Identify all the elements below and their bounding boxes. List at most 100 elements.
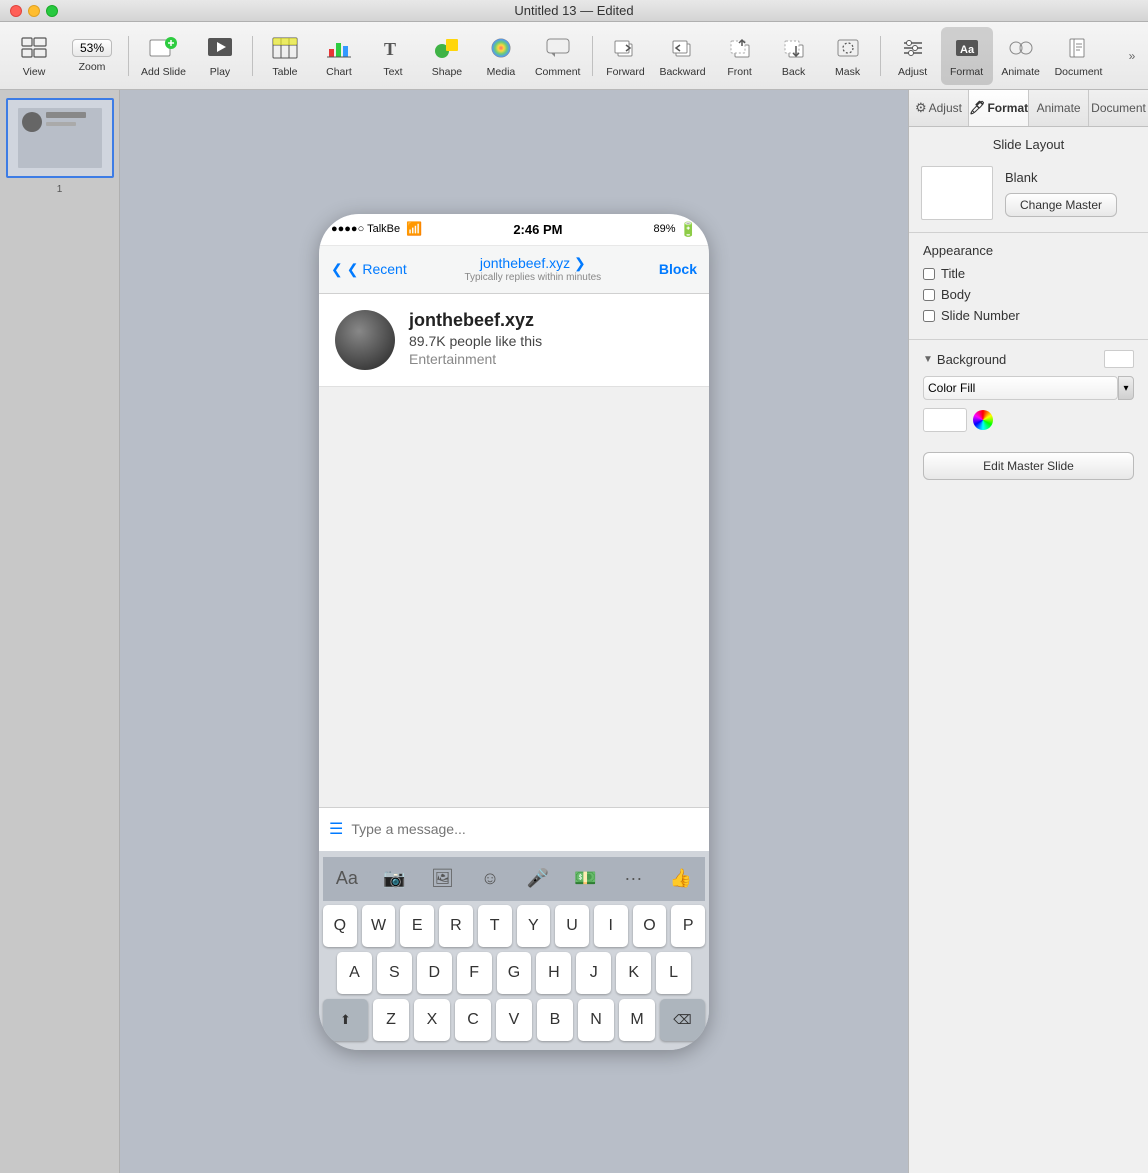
title-bar: Untitled 13 — Edited	[0, 0, 1148, 22]
key-m[interactable]: M	[619, 999, 655, 1041]
tab-document[interactable]: Document	[1089, 90, 1148, 126]
animate-icon	[1007, 34, 1035, 62]
blank-label: Blank	[1005, 170, 1038, 185]
slide-thumb-1[interactable]	[6, 98, 114, 178]
kb-dots-icon[interactable]: ···	[613, 863, 653, 895]
kb-dollar-icon[interactable]: 💵	[566, 863, 606, 895]
edit-master-slide-button[interactable]: Edit Master Slide	[923, 452, 1134, 480]
key-shift[interactable]: ⬆	[323, 999, 368, 1041]
shape-button[interactable]: Shape	[421, 27, 473, 85]
key-s[interactable]: S	[377, 952, 412, 994]
kb-mic-icon[interactable]: 🎤	[518, 863, 558, 895]
keyboard-row-3: ⬆ Z X C V B N M ⌫	[323, 999, 705, 1041]
key-u[interactable]: U	[555, 905, 589, 947]
document-button[interactable]: Document	[1049, 27, 1109, 85]
view-button[interactable]: View	[8, 27, 60, 85]
forward-button[interactable]: Forward	[599, 27, 651, 85]
key-delete[interactable]: ⌫	[660, 999, 705, 1041]
key-x[interactable]: X	[414, 999, 450, 1041]
color-wheel-icon[interactable]	[973, 410, 993, 430]
nav-back-button[interactable]: ❮ ❮ Recent	[331, 261, 407, 278]
key-k[interactable]: K	[616, 952, 651, 994]
key-l[interactable]: L	[656, 952, 691, 994]
backward-label: Backward	[659, 66, 705, 78]
blank-slide-preview	[921, 166, 993, 220]
backward-button[interactable]: Backward	[653, 27, 711, 85]
play-button[interactable]: Play	[194, 27, 246, 85]
page-avatar	[335, 310, 395, 370]
nav-block-button[interactable]: Block	[659, 261, 697, 277]
kb-thumb-icon[interactable]: 👍	[661, 863, 701, 895]
background-white-swatch[interactable]	[923, 408, 967, 432]
key-b[interactable]: B	[537, 999, 573, 1041]
key-t[interactable]: T	[478, 905, 512, 947]
text-icon: T	[379, 34, 407, 62]
comment-button[interactable]: Comment	[529, 27, 587, 85]
slides-panel: 1	[0, 90, 120, 1173]
key-e[interactable]: E	[400, 905, 434, 947]
slide-number-checkbox[interactable]	[923, 310, 935, 322]
canvas-area[interactable]: ●●●●○ TalkBe 📶 2:46 PM 89% 🔋 ❮ ❮ Recent …	[120, 90, 908, 1173]
chart-button[interactable]: Chart	[313, 27, 365, 85]
zoom-button[interactable]: 53% Zoom	[62, 27, 122, 85]
table-button[interactable]: Table	[259, 27, 311, 85]
mask-button[interactable]: Mask	[822, 27, 874, 85]
background-collapse-icon[interactable]: ▼	[923, 354, 933, 365]
key-o[interactable]: O	[633, 905, 667, 947]
key-z[interactable]: Z	[373, 999, 409, 1041]
tab-animate[interactable]: Animate	[1029, 90, 1089, 126]
kb-image-icon[interactable]: 🖼	[422, 863, 462, 895]
key-h[interactable]: H	[536, 952, 571, 994]
kb-camera-icon[interactable]: 📷	[375, 863, 415, 895]
media-label: Media	[487, 66, 516, 78]
slide-number-checkbox-row: Slide Number	[923, 308, 1134, 323]
key-a[interactable]: A	[337, 952, 372, 994]
format-button[interactable]: Aa Format	[941, 27, 993, 85]
key-r[interactable]: R	[439, 905, 473, 947]
front-button[interactable]: Front	[714, 27, 766, 85]
close-button[interactable]	[10, 5, 22, 17]
animate-button[interactable]: Animate	[995, 27, 1047, 85]
tab-format[interactable]: 🖊 Format	[969, 90, 1029, 126]
appearance-title: Appearance	[923, 243, 1134, 258]
change-master-button[interactable]: Change Master	[1005, 193, 1117, 217]
message-menu-icon[interactable]: ☰	[329, 819, 343, 839]
kb-font-icon[interactable]: Aa	[327, 863, 367, 895]
key-f[interactable]: F	[457, 952, 492, 994]
tab-adjust[interactable]: ⚙ Adjust	[909, 90, 969, 126]
avatar-image	[335, 310, 395, 370]
back-button[interactable]: Back	[768, 27, 820, 85]
kb-emoji-icon[interactable]: ☺	[470, 863, 510, 895]
key-w[interactable]: W	[362, 905, 396, 947]
key-y[interactable]: Y	[517, 905, 551, 947]
appearance-section: Appearance Title Body Slide Number	[909, 232, 1148, 339]
text-label: Text	[383, 66, 402, 78]
background-section: ▼ Background Color Fill ▾	[909, 339, 1148, 442]
key-v[interactable]: V	[496, 999, 532, 1041]
title-checkbox[interactable]	[923, 268, 935, 280]
key-n[interactable]: N	[578, 999, 614, 1041]
zoom-controls: 53%	[72, 39, 112, 57]
ios-status-bar: ●●●●○ TalkBe 📶 2:46 PM 89% 🔋	[319, 214, 709, 246]
maximize-button[interactable]	[46, 5, 58, 17]
adjust-button[interactable]: Adjust	[887, 27, 939, 85]
minimize-button[interactable]	[28, 5, 40, 17]
add-slide-button[interactable]: Add Slide	[135, 27, 192, 85]
toolbar-expand-icon[interactable]: »	[1124, 48, 1140, 64]
key-i[interactable]: I	[594, 905, 628, 947]
page-likes: 89.7K people like this	[409, 333, 693, 349]
key-g[interactable]: G	[497, 952, 532, 994]
key-p[interactable]: P	[671, 905, 705, 947]
message-input[interactable]	[351, 814, 699, 844]
body-checkbox-row: Body	[923, 287, 1134, 302]
media-button[interactable]: Media	[475, 27, 527, 85]
main-area: 1 ●●●●○ TalkBe 📶 2:46 PM 89% 🔋 ❮	[0, 90, 1148, 1173]
body-checkbox[interactable]	[923, 289, 935, 301]
background-fill-select[interactable]: Color Fill	[923, 376, 1118, 400]
key-c[interactable]: C	[455, 999, 491, 1041]
key-q[interactable]: Q	[323, 905, 357, 947]
key-d[interactable]: D	[417, 952, 452, 994]
key-j[interactable]: J	[576, 952, 611, 994]
background-color-swatch[interactable]	[1104, 350, 1134, 368]
text-button[interactable]: T Text	[367, 27, 419, 85]
